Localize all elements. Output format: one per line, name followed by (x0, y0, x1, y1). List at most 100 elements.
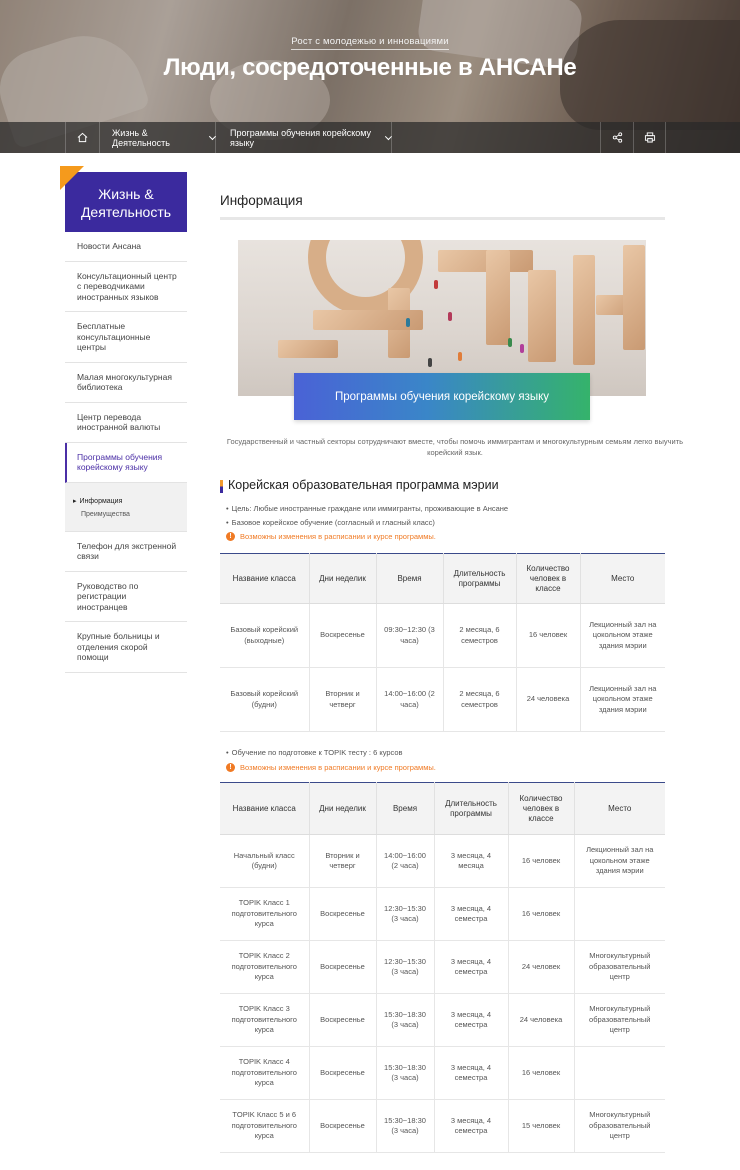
table-cell: 3 месяца, 4 семестра (434, 1099, 509, 1153)
sidebar-item-emergency[interactable]: Телефон для экстренной связи (65, 532, 187, 572)
table-cell: Базовый корейский (будни) (220, 667, 310, 732)
sidebar-subitem-benefits[interactable]: Преимущества (73, 508, 179, 521)
letter-block (486, 250, 510, 345)
figurine (406, 318, 410, 327)
table-cell: 15 человек (508, 1099, 575, 1153)
nav-menu-korean[interactable]: Программы обучения корейскому языку (215, 122, 393, 153)
basic-classes-table: Название класса Дни неделик Время Длител… (220, 553, 665, 732)
table-cell: Вторник и четверг (309, 667, 377, 732)
table-cell: 16 человек (508, 887, 575, 941)
table-cell: Воскресенье (309, 940, 377, 994)
column-header: Количество человек в классе (508, 782, 575, 835)
schedule-warning-text: Возможны изменения в расписании и курсе … (240, 763, 436, 772)
table-row: TOPIK Класс 3 подготовительного курса Во… (220, 993, 665, 1047)
table-cell: Воскресенье (309, 993, 377, 1047)
sidebar-item-korean-programs[interactable]: Программы обучения корейскому языку (65, 442, 187, 483)
home-button[interactable] (65, 122, 99, 153)
table-row: TOPIK Класс 1 подготовительного курса Во… (220, 887, 665, 941)
column-header: Название класса (220, 553, 310, 604)
table-cell: Воскресенье (309, 603, 377, 668)
column-header: Место (574, 782, 665, 835)
table-cell: 16 человек (508, 1046, 575, 1100)
share-button[interactable] (600, 122, 633, 153)
table-cell: 2 месяца, 6 семестров (443, 603, 517, 668)
table-cell (574, 887, 665, 941)
warning-icon: ! (226, 532, 235, 541)
figurine (458, 352, 462, 361)
table-cell: Многокультурный образовательный центр (574, 993, 665, 1047)
column-header: Длительность программы (434, 782, 509, 835)
column-header: Количество человек в классе (516, 553, 581, 604)
page-title: Информация (220, 193, 303, 208)
sidebar-item-news[interactable]: Новости Ансана (65, 232, 187, 262)
table-cell: 15:30~18:30 (3 часа) (376, 993, 435, 1047)
table-cell: 3 месяца, 4 семестра (434, 887, 509, 941)
column-header: Название класса (220, 782, 310, 835)
letter-block (278, 340, 338, 358)
column-header: Дни неделик (309, 553, 377, 604)
letter-block (528, 270, 556, 362)
sidebar-item-hospitals[interactable]: Крупные больницы и отделения скорой помо… (65, 622, 187, 673)
schedule-warning-text: Возможны изменения в расписании и курсе … (240, 532, 436, 541)
table-cell: 16 человек (516, 603, 581, 668)
topik-classes-table: Название класса Дни неделик Время Длител… (220, 782, 665, 1153)
column-header: Время (376, 782, 435, 835)
schedule-warning: ! Возможны изменения в расписании и курсе… (226, 763, 436, 772)
table-cell: Начальный класс (будни) (220, 834, 310, 888)
table-cell: TOPIK Класс 1 подготовительного курса (220, 887, 310, 941)
table-cell (574, 1046, 665, 1100)
topik-bullet: Обучение по подготовке к TOPIK тесту : 6… (226, 748, 403, 757)
table-cell: Лекционный зал на цокольном этаже здания… (580, 603, 665, 668)
table-row: Базовый корейский (будни) Вторник и четв… (220, 667, 665, 732)
sidebar-heading: Жизнь & Деятельность (60, 166, 187, 232)
table-cell: 15:30~18:30 (3 часа) (376, 1099, 435, 1153)
figurine (508, 338, 512, 347)
sidebar-item-consult-interpreters[interactable]: Консультационный центр с переводчиками и… (65, 262, 187, 312)
chevron-down-icon (385, 132, 393, 140)
letter-block (623, 245, 645, 350)
column-header: Место (580, 553, 665, 604)
sidebar-item-registration[interactable]: Руководство по регистрации иностранцев (65, 572, 187, 622)
sidebar-submenu: Информация Преимущества (65, 482, 187, 532)
table-row: TOPIK Класс 5 и 6 подготовительного курс… (220, 1099, 665, 1153)
nav-menu-life-label: Жизнь & Деятельность (112, 127, 170, 148)
table-cell: 09:30~12:30 (3 часа) (376, 603, 444, 668)
hero-banner: Рост с молодежью и инновациями Люди, сос… (0, 0, 740, 153)
nav-menu-life[interactable]: Жизнь & Деятельность (99, 122, 217, 153)
figurine (520, 344, 524, 353)
table-cell: TOPIK Класс 4 подготовительного курса (220, 1046, 310, 1100)
sidebar-heading-text: Жизнь & Деятельность (80, 186, 172, 220)
table-cell: Вторник и четверг (309, 834, 377, 888)
share-icon (612, 132, 622, 143)
table-cell: 16 человек (508, 834, 575, 888)
section-title: Корейская образовательная программа мэри… (220, 478, 499, 493)
table-header-row: Название класса Дни неделик Время Длител… (220, 782, 665, 835)
table-cell: 24 человек (508, 940, 575, 994)
table-cell: 3 месяца, 4 семестра (434, 1046, 509, 1100)
print-button[interactable] (633, 122, 666, 153)
table-cell: 3 месяца, 4 семестра (434, 940, 509, 994)
sidebar-item-free-consult[interactable]: Бесплатные консультационные центры (65, 312, 187, 363)
basic-bullet: Базовое корейское обучение (согласный и … (226, 518, 435, 527)
sidebar-subitem-info[interactable]: Информация (73, 495, 179, 508)
figurine (428, 358, 432, 367)
print-icon (644, 132, 655, 143)
location-nav: Жизнь & Деятельность Программы обучения … (0, 122, 740, 153)
sidebar-item-library[interactable]: Малая многокультурная библиотека (65, 363, 187, 403)
home-icon (77, 132, 88, 143)
table-cell: Воскресенье (309, 887, 377, 941)
target-bullet: Цель: Любые иностранные граждане или имм… (226, 504, 508, 513)
title-divider (220, 217, 665, 220)
figurine (448, 312, 452, 321)
table-cell: TOPIK Класс 3 подготовительного курса (220, 993, 310, 1047)
nav-menu-korean-label: Программы обучения корейскому языку (230, 127, 372, 148)
table-cell: TOPIK Класс 5 и 6 подготовительного курс… (220, 1099, 310, 1153)
table-cell: 15:30~18:30 (3 часа) (376, 1046, 435, 1100)
figurine (434, 280, 438, 289)
table-cell: 2 месяца, 6 семестров (443, 667, 517, 732)
intro-text: Государственный и частный секторы сотруд… (226, 437, 684, 457)
table-cell: Лекционный зал на цокольном этаже здания… (580, 667, 665, 732)
hero-subtitle: Рост с молодежью и инновациями (0, 36, 740, 50)
hero-title: Люди, сосредоточенные в АНСАНе (163, 54, 577, 81)
sidebar-item-currency[interactable]: Центр перевода иностранной валюты (65, 403, 187, 443)
